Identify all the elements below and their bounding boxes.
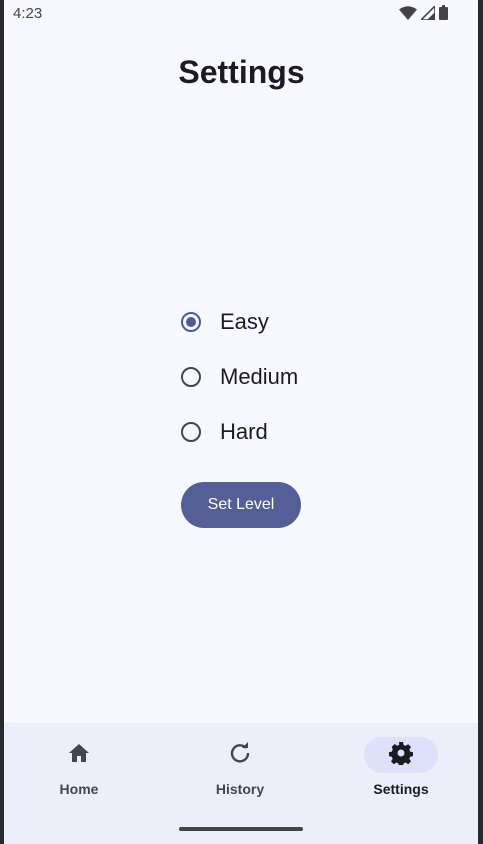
battery-icon xyxy=(439,5,448,25)
nav-icon-container xyxy=(42,737,116,773)
radio-option-easy[interactable]: Easy xyxy=(180,294,298,349)
home-icon xyxy=(68,743,90,768)
wifi-icon xyxy=(399,5,417,25)
radio-option-medium[interactable]: Medium xyxy=(180,349,298,404)
radio-button-unchecked[interactable] xyxy=(181,366,201,387)
bottom-navigation-bar: Home History Settings xyxy=(4,723,478,844)
nav-label-settings: Settings xyxy=(373,781,429,797)
nav-item-history[interactable]: History xyxy=(190,737,290,797)
nav-icon-container-active xyxy=(364,737,438,773)
gesture-home-indicator[interactable] xyxy=(179,827,303,831)
refresh-icon xyxy=(229,741,251,769)
set-level-button[interactable]: Set Level xyxy=(181,482,301,528)
status-time: 4:23 xyxy=(13,5,43,22)
difficulty-radio-group: Easy Medium Hard xyxy=(180,294,298,459)
gear-icon xyxy=(388,741,414,770)
nav-icon-container xyxy=(203,737,277,773)
nav-item-home[interactable]: Home xyxy=(29,737,129,797)
status-bar: 4:23 xyxy=(4,0,478,28)
radio-label-hard: Hard xyxy=(220,418,268,444)
radio-label-medium: Medium xyxy=(220,363,299,389)
radio-option-hard[interactable]: Hard xyxy=(180,404,298,459)
radio-button-checked[interactable] xyxy=(181,311,201,332)
nav-item-settings[interactable]: Settings xyxy=(351,737,451,797)
nav-label-home: Home xyxy=(59,781,99,797)
status-icons xyxy=(399,3,448,25)
radio-button-unchecked[interactable] xyxy=(181,421,201,442)
radio-label-easy: Easy xyxy=(220,308,269,334)
nav-label-history: History xyxy=(215,781,265,797)
right-frame-edge xyxy=(478,0,483,844)
cellular-signal-icon xyxy=(419,3,436,25)
page-title: Settings xyxy=(178,54,305,90)
left-frame-edge xyxy=(0,0,4,844)
